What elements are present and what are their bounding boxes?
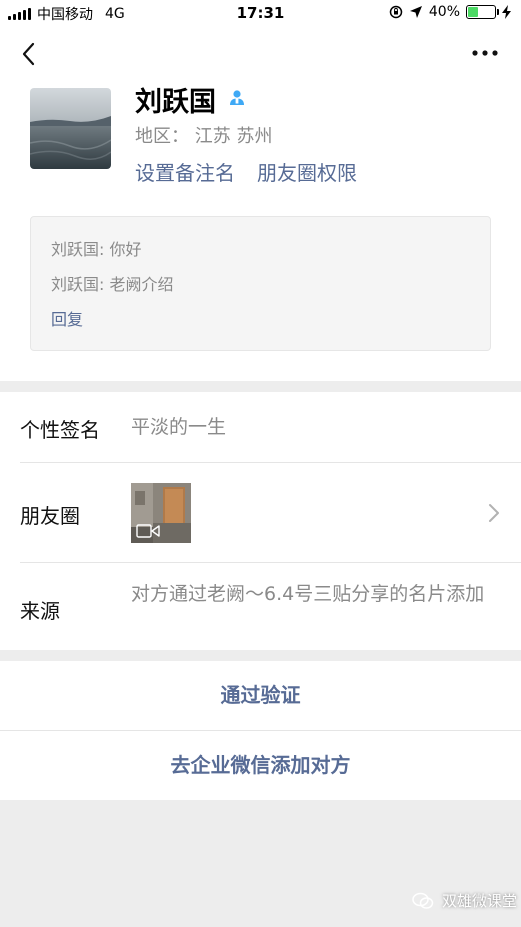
contact-name: 刘跃国 [135,87,216,118]
source-label: 来源 [20,599,60,623]
moments-thumbnail[interactable] [131,483,191,543]
message-line: 刘跃国: 老阙介绍 [51,275,174,294]
wechat-logo-icon [412,892,434,909]
verify-button[interactable]: 通过验证 [0,661,521,730]
status-right: 40% [389,4,511,20]
battery-fill [468,7,479,17]
video-icon [136,524,160,538]
reply-link[interactable]: 回复 [51,309,470,331]
location-arrow-icon [409,6,422,18]
avatar-image [30,88,111,169]
chevron-right-icon [489,504,499,522]
section-divider [0,381,521,392]
charging-bolt-icon [502,5,511,19]
message-line: 刘跃国: 你好 [51,240,142,259]
profile-links: 设置备注名 朋友圈权限 [135,157,357,186]
contact-region: 地区： 江苏 苏州 [135,126,273,147]
signature-row: 个性签名 平淡的一生 [0,392,521,462]
battery-icon [466,5,499,19]
avatar[interactable] [30,88,111,169]
back-icon[interactable] [16,40,44,68]
source-value: 对方通过老阙～6.4号三贴分享的名片添加 [131,583,485,605]
watermark-text: 双雄微课堂 [442,892,518,910]
section-divider [0,650,521,661]
watermark: 双雄微课堂 [412,890,517,911]
more-options-icon[interactable] [469,40,501,68]
greeting-messages: 刘跃国: 你好 刘跃国: 老阙介绍 回复 [30,216,491,351]
moments-row[interactable]: 朋友圈 [0,463,521,562]
battery-percent: 40% [428,4,460,20]
person-badge-icon [230,90,244,105]
set-remark-link[interactable]: 设置备注名 [135,157,235,186]
enterprise-wechat-add-button[interactable]: 去企业微信添加对方 [0,731,521,800]
moments-label: 朋友圈 [20,504,80,528]
signature-label: 个性签名 [20,418,100,442]
source-row: 来源 对方通过老阙～6.4号三贴分享的名片添加 [0,563,521,650]
moments-permission-link[interactable]: 朋友圈权限 [257,157,357,186]
signature-value: 平淡的一生 [131,416,227,438]
status-bar: 中国移动 4G 17:31 40% [0,0,521,26]
rotation-lock-icon [389,5,403,19]
